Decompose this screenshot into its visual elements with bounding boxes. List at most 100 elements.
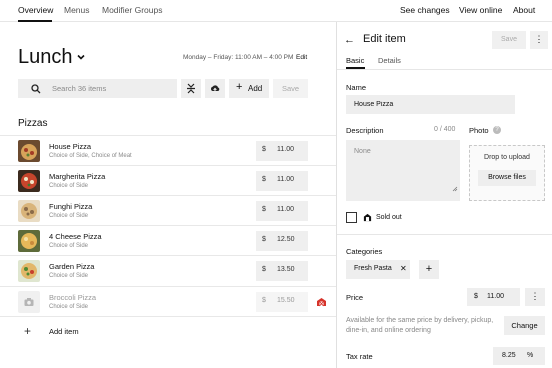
active-tab-indicator (18, 20, 52, 22)
price-currency: $ (262, 176, 266, 183)
item-modifiers: Choice of Side (49, 273, 89, 279)
description-counter: 0 / 400 (434, 126, 456, 133)
tab-overview[interactable]: Overview (18, 5, 53, 15)
chevron-down-icon[interactable] (76, 52, 86, 62)
item-name: 4 Cheese Pizza (49, 232, 102, 241)
price-currency: $ (474, 293, 478, 300)
price-currency: $ (262, 297, 266, 304)
photo-label: Photo (469, 126, 489, 135)
add-button[interactable]: + Add (229, 79, 269, 98)
price-currency: $ (262, 206, 266, 213)
reorder-button[interactable] (181, 79, 201, 98)
collapse-arrows-icon (187, 83, 195, 94)
price-input[interactable]: $15.50 (256, 292, 308, 312)
list-item[interactable]: Garden Pizza Choice of Side $13.50 (0, 255, 336, 285)
panel-title: Edit item (363, 33, 406, 45)
search-input[interactable] (52, 79, 172, 98)
pizza-thumbnail (18, 140, 40, 162)
menu-title[interactable]: Lunch (18, 46, 73, 69)
tax-rate-unit: % (527, 352, 534, 359)
name-input[interactable] (354, 95, 509, 114)
save-menu-button[interactable]: Save (273, 79, 308, 98)
price-input[interactable]: $11.00 (256, 171, 308, 191)
price-note: Available for the same price by delivery… (346, 317, 494, 334)
resize-handle-icon[interactable] (452, 186, 458, 192)
photo-dropzone[interactable]: Drop to upload Browse files (469, 145, 545, 201)
price-currency: $ (262, 146, 266, 153)
description-input[interactable] (354, 148, 454, 193)
add-item-button[interactable]: + Add item (0, 316, 336, 346)
category-chip-label: Fresh Pasta (354, 265, 392, 272)
help-icon[interactable]: ? (493, 126, 501, 134)
tabs-divider (337, 69, 552, 70)
item-modifiers: Choice of Side (49, 183, 89, 189)
plus-icon: + (236, 81, 243, 93)
sold-out-checkbox[interactable] (346, 212, 357, 223)
about-link[interactable]: About (513, 5, 535, 15)
plus-icon: + (24, 324, 32, 338)
pizza-thumbnail (18, 230, 40, 252)
more-options-icon[interactable]: ⋮ (530, 31, 548, 49)
tax-rate-label: Tax rate (346, 352, 373, 361)
name-field[interactable] (346, 95, 515, 114)
price-currency: $ (262, 236, 266, 243)
see-changes-link[interactable]: See changes (400, 5, 450, 15)
price-value: 13.50 (277, 266, 295, 273)
save-button[interactable]: Save (492, 31, 526, 49)
category-chip[interactable]: Fresh Pasta ✕ (346, 260, 410, 279)
list-item[interactable]: 4 Cheese Pizza Choice of Side $12.50 (0, 225, 336, 255)
divider (337, 234, 552, 235)
price-field[interactable]: $ 11.00 (467, 288, 520, 306)
price-input[interactable]: $12.50 (256, 231, 308, 251)
tab-modifier-groups[interactable]: Modifier Groups (102, 5, 162, 15)
price-label: Price (346, 293, 364, 302)
pizza-thumbnail (18, 260, 40, 282)
tab-basic[interactable]: Basic (346, 56, 364, 65)
section-title: Pizzas (18, 118, 48, 129)
price-currency: $ (262, 266, 266, 273)
tab-menus[interactable]: Menus (64, 5, 90, 15)
description-field[interactable] (346, 140, 460, 201)
price-input[interactable]: $13.50 (256, 261, 308, 281)
edit-hours-link[interactable]: Edit (296, 54, 307, 61)
cloud-upload-icon (211, 85, 220, 93)
item-modifiers: Choice of Side, Choice of Meat (49, 153, 132, 159)
search-icon (31, 84, 41, 94)
list-item[interactable]: Broccoli Pizza Choice of Side $15.50 (0, 286, 336, 316)
tax-rate-field[interactable]: 8.25 % (493, 347, 545, 365)
item-name: Margherita Pizza (49, 172, 106, 181)
item-modifiers: Choice of Side (49, 213, 89, 219)
price-value: 11.00 (277, 146, 294, 153)
list-item[interactable]: Margherita Pizza Choice of Side $11.00 (0, 165, 336, 195)
pizza-thumbnail (18, 200, 40, 222)
change-button[interactable]: Change (504, 316, 545, 335)
add-category-button[interactable]: + (419, 260, 439, 279)
price-value: 15.50 (277, 297, 295, 304)
sold-out-icon (363, 213, 372, 222)
pizza-thumbnail (18, 170, 40, 192)
drop-text: Drop to upload (484, 154, 530, 161)
item-name: House Pizza (49, 142, 92, 151)
back-arrow-icon[interactable]: ← (344, 35, 355, 46)
add-item-label: Add item (49, 327, 79, 336)
close-icon[interactable]: ✕ (400, 264, 407, 273)
list-item[interactable]: House Pizza Choice of Side, Choice of Me… (0, 135, 336, 165)
price-input[interactable]: $11.00 (256, 141, 308, 161)
menu-hours: Monday – Friday: 11:00 AM – 4:00 PM (183, 54, 294, 61)
categories-label: Categories (346, 247, 383, 256)
edit-item-panel: ← Edit item Save ⋮ Basic Details Name De… (336, 22, 552, 368)
camera-icon (24, 298, 34, 306)
description-label: Description (346, 126, 384, 135)
view-online-link[interactable]: View online (459, 5, 502, 15)
tab-details[interactable]: Details (378, 56, 401, 65)
browse-files-button[interactable]: Browse files (478, 170, 536, 186)
search-bar[interactable] (18, 79, 177, 98)
price-value: 11.00 (277, 206, 294, 213)
item-modifiers: Choice of Side (49, 243, 89, 249)
photo-placeholder[interactable] (18, 291, 40, 313)
price-input[interactable]: $11.00 (256, 201, 308, 221)
sold-out-label: Sold out (376, 214, 402, 221)
list-item[interactable]: Funghi Pizza Choice of Side $11.00 (0, 195, 336, 225)
price-options-icon[interactable]: ⋮ (525, 288, 545, 306)
upload-button[interactable] (205, 79, 225, 98)
